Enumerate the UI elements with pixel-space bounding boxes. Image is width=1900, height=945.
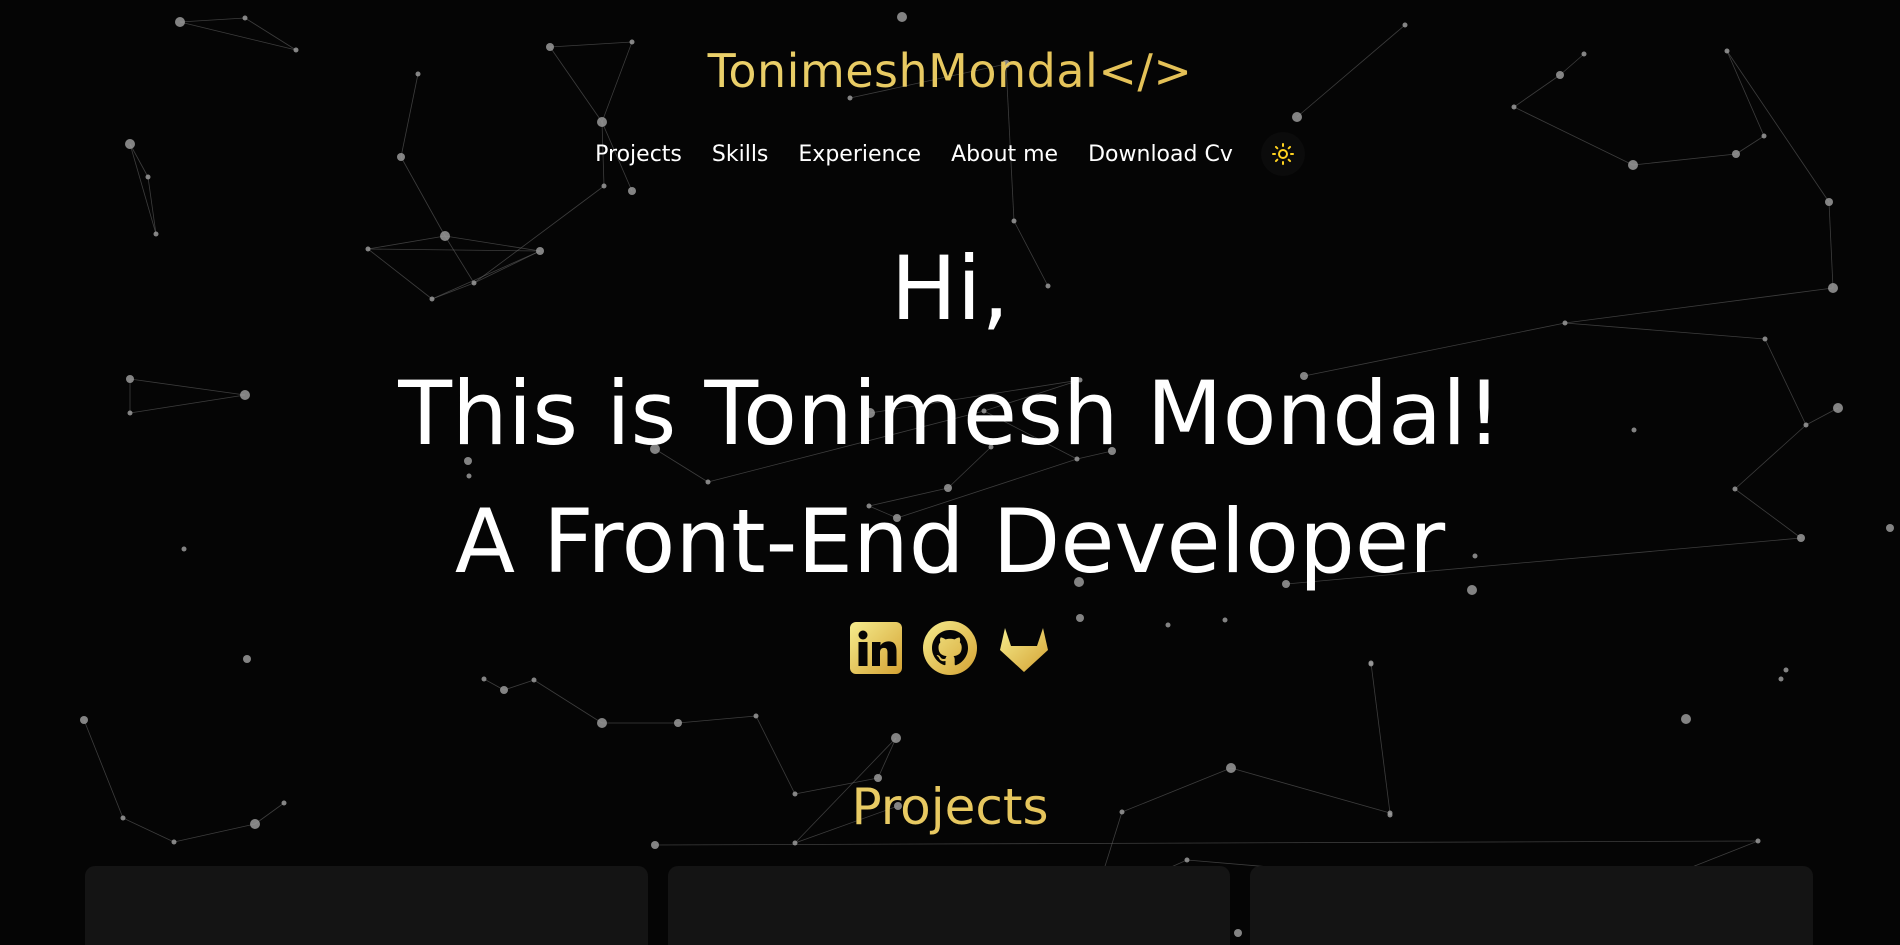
gitlab-link[interactable] xyxy=(996,620,1052,676)
hero-name: This is Tonimesh Mondal! xyxy=(398,362,1502,465)
theme-toggle-button[interactable] xyxy=(1260,132,1305,176)
projects-card-row xyxy=(85,866,1814,945)
sun-icon xyxy=(1271,143,1294,165)
page-content: TonimeshMondal</> Projects Skills Experi… xyxy=(0,0,1900,945)
project-card[interactable] xyxy=(85,866,648,945)
hero-greeting: Hi, xyxy=(890,237,1010,340)
project-card[interactable] xyxy=(667,866,1231,945)
hero-role: A Front-End Developer xyxy=(454,490,1446,593)
portfolio-page: TonimeshMondal</> Projects Skills Experi… xyxy=(0,0,1900,945)
social-links xyxy=(0,620,1900,676)
nav-item-experience[interactable]: Experience xyxy=(798,142,921,167)
nav-item-download-cv[interactable]: Download Cv xyxy=(1088,142,1233,167)
nav-item-skills[interactable]: Skills xyxy=(712,142,769,167)
main-nav: Projects Skills Experience About me Down… xyxy=(0,132,1900,176)
gitlab-icon xyxy=(1000,628,1048,672)
linkedin-icon xyxy=(850,622,902,674)
nav-item-projects[interactable]: Projects xyxy=(595,142,682,167)
nav-item-about-me[interactable]: About me xyxy=(951,142,1058,167)
project-card[interactable] xyxy=(1250,866,1814,945)
projects-section-title: Projects xyxy=(0,778,1900,836)
github-link[interactable] xyxy=(922,620,978,676)
site-logo[interactable]: TonimeshMondal</> xyxy=(0,44,1900,98)
github-icon xyxy=(923,621,977,675)
linkedin-link[interactable] xyxy=(848,620,904,676)
